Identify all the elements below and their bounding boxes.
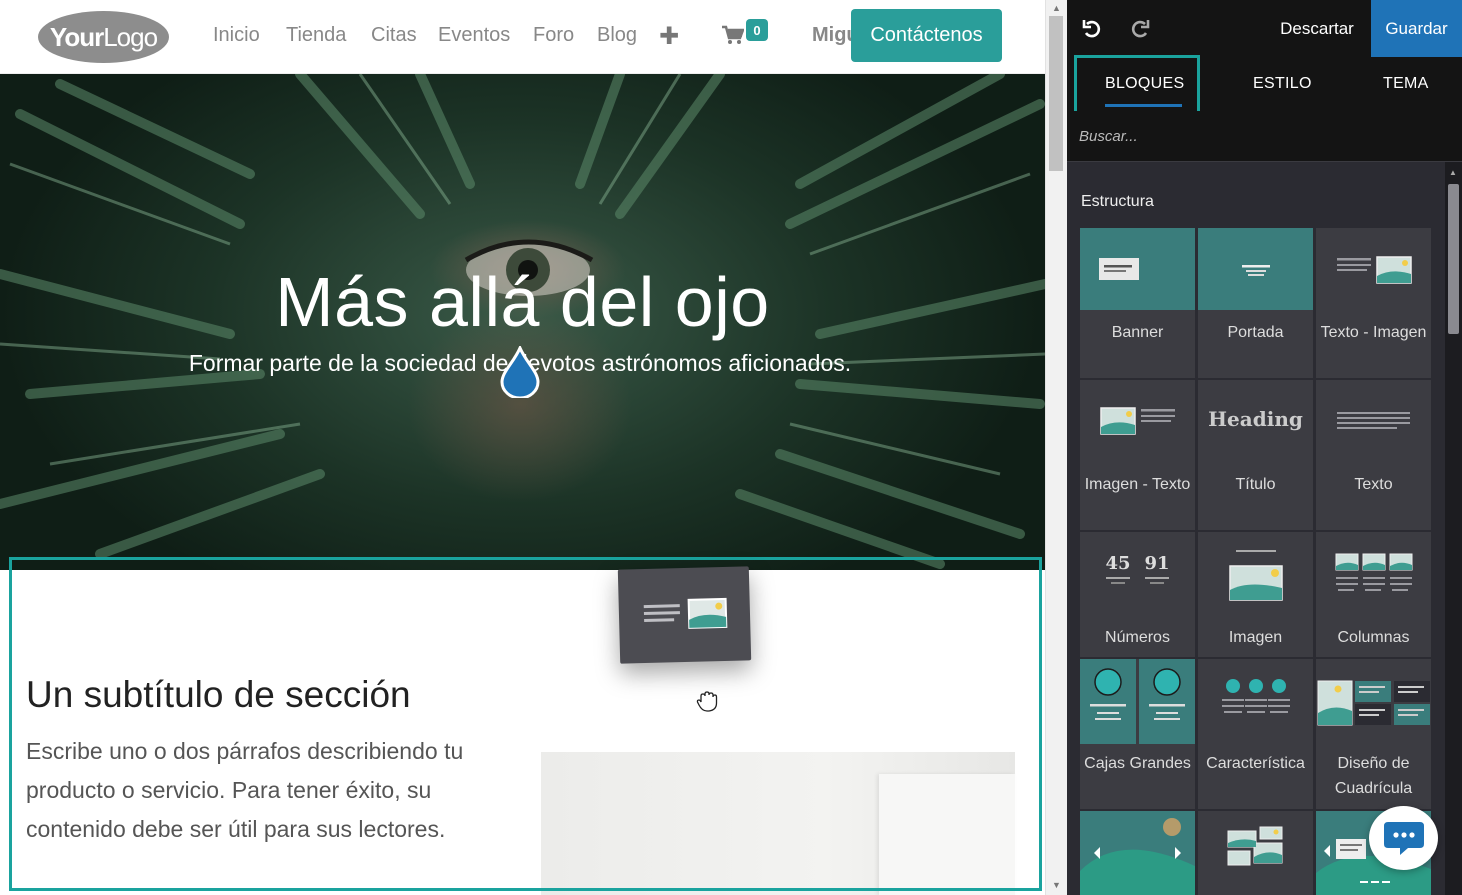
block-grid-layout[interactable]: Diseño de Cuadrícula [1316, 659, 1431, 809]
block-label: Cajas Grandes [1084, 755, 1191, 772]
nav-link-inicio[interactable]: Inicio [213, 24, 260, 47]
block-label: Imagen - Texto [1084, 476, 1191, 493]
block-text[interactable]: Texto [1316, 380, 1431, 530]
hero-banner[interactable]: Más allá del ojo Formar parte de la soci… [0, 74, 1045, 570]
block-label: Banner [1111, 324, 1164, 341]
undo-icon[interactable] [1078, 15, 1106, 43]
save-button[interactable]: Guardar [1371, 0, 1462, 57]
block-columns[interactable]: Columnas [1316, 532, 1431, 657]
block-label: Imagen [1228, 629, 1283, 646]
discard-button[interactable]: Descartar [1263, 0, 1371, 57]
panel-scroll-up-icon[interactable]: ▲ [1449, 168, 1457, 177]
tab-theme[interactable]: TEMA [1383, 75, 1429, 93]
grid-layout-icon [1316, 659, 1431, 744]
heading-preview-text: Heading [1208, 407, 1303, 431]
cover-icon [1198, 228, 1313, 310]
block-label: Columnas [1337, 629, 1410, 646]
big-boxes-icon [1080, 659, 1195, 744]
numbers-preview-value: 45 [1105, 553, 1131, 574]
live-chat-button[interactable] [1369, 806, 1438, 870]
block-label: Números [1105, 629, 1170, 646]
image-text-icon [1080, 380, 1195, 462]
block-numbers[interactable]: 45 91 Números [1080, 532, 1195, 657]
cart-count-badge: 0 [746, 19, 768, 41]
drop-target-icon [500, 346, 540, 398]
site-navbar: Your Logo Inicio Tienda Citas Eventos For… [0, 0, 1045, 74]
block-search [1067, 111, 1462, 162]
contact-us-button[interactable]: Contáctenos [851, 9, 1002, 62]
block-label: Título [1235, 476, 1276, 493]
category-title: Estructura [1081, 193, 1154, 210]
panel-scrollbar[interactable]: ▲ [1445, 162, 1462, 895]
numbers-preview-value: 91 [1144, 553, 1170, 574]
editor-sidebar: Descartar Guardar BLOQUES ESTILO TEMA Es… [1067, 0, 1462, 895]
block-label: Portada [1227, 324, 1284, 341]
block-masonry[interactable] [1198, 811, 1313, 895]
nav-link-foro[interactable]: Foro [533, 24, 574, 47]
text-icon [1316, 380, 1431, 462]
chat-bubble-icon [1383, 822, 1424, 855]
nav-link-eventos[interactable]: Eventos [438, 24, 510, 47]
shopping-cart-icon[interactable] [722, 25, 744, 45]
block-label: Texto [1354, 476, 1393, 493]
site-logo[interactable]: Your Logo [38, 11, 169, 63]
nav-link-citas[interactable]: Citas [371, 24, 417, 47]
tab-style[interactable]: ESTILO [1253, 75, 1312, 93]
block-carousel[interactable] [1080, 811, 1195, 895]
image-icon [1198, 532, 1313, 617]
block-heading[interactable]: Heading Título [1198, 380, 1313, 530]
nav-link-blog[interactable]: Blog [597, 24, 637, 47]
drop-zone-highlight [9, 557, 1042, 891]
dragged-block-card[interactable] [617, 566, 752, 664]
columns-icon [1316, 532, 1431, 617]
website-preview: Your Logo Inicio Tienda Citas Eventos For… [0, 0, 1045, 895]
block-search-input[interactable] [1079, 121, 1449, 151]
scroll-down-arrow-icon[interactable]: ▼ [1052, 880, 1061, 890]
text-image-icon [643, 597, 728, 629]
numbers-icon: 45 91 [1080, 532, 1195, 602]
block-label: Diseño de Cuadrícula [1334, 755, 1413, 797]
grab-hand-cursor-icon [696, 691, 718, 712]
add-page-plus-icon[interactable]: ✚ [659, 22, 679, 51]
screen: Your Logo Inicio Tienda Citas Eventos For… [0, 0, 1462, 895]
block-image-text[interactable]: Imagen - Texto [1080, 380, 1195, 530]
scroll-up-arrow-icon[interactable]: ▲ [1052, 3, 1061, 13]
features-icon [1198, 659, 1313, 744]
block-banner[interactable]: Banner [1080, 228, 1195, 378]
redo-icon[interactable] [1126, 15, 1154, 43]
block-label: Característica [1206, 755, 1305, 772]
block-cover[interactable]: Portada [1198, 228, 1313, 378]
text-image-icon [1316, 228, 1431, 310]
panel-scrollbar-thumb[interactable] [1448, 184, 1459, 334]
banner-icon [1080, 228, 1195, 310]
page-scrollbar-thumb[interactable] [1049, 16, 1063, 171]
block-label: Texto - Imagen [1320, 324, 1427, 341]
heading-icon: Heading [1198, 380, 1313, 462]
block-text-image[interactable]: Texto - Imagen [1316, 228, 1431, 378]
masonry-icon [1198, 811, 1313, 895]
block-features[interactable]: Característica [1198, 659, 1313, 809]
page-scrollbar[interactable]: ▲ ▼ [1045, 0, 1067, 895]
nav-link-tienda[interactable]: Tienda [286, 24, 346, 47]
block-big-boxes[interactable]: Cajas Grandes [1080, 659, 1195, 809]
carousel-icon [1080, 811, 1195, 895]
block-image[interactable]: Imagen [1198, 532, 1313, 657]
editor-toolbar: Descartar Guardar [1067, 0, 1462, 57]
hero-title[interactable]: Más allá del ojo [0, 262, 1045, 342]
